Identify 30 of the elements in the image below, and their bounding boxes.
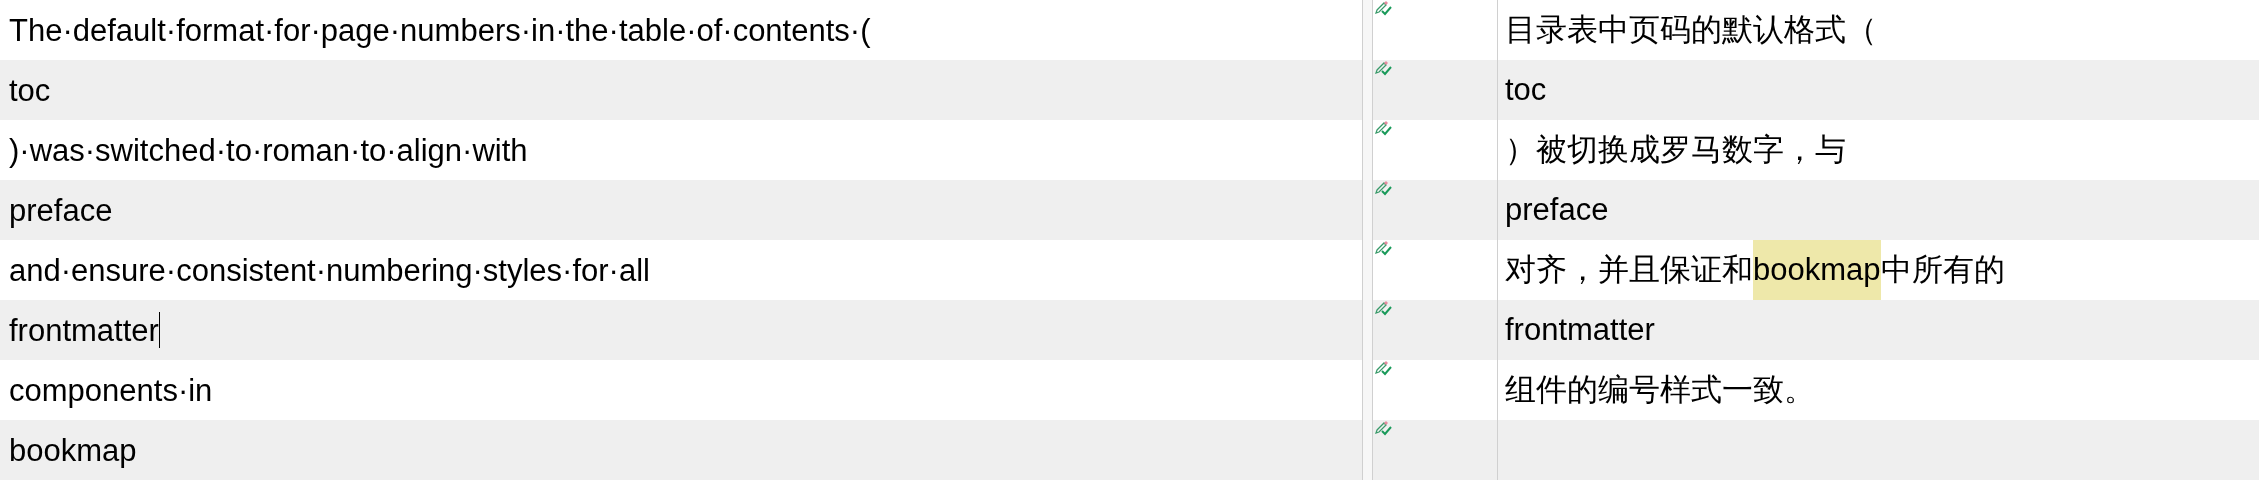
segment-row[interactable]: toc toc (0, 60, 2259, 120)
target-text: preface (1505, 191, 1609, 229)
pencil-check-icon (1375, 300, 1393, 316)
gutter-cell (1362, 420, 1373, 480)
source-text: )·was·switched·to·roman·to·align·with (9, 134, 528, 166)
pencil-check-icon (1375, 420, 1393, 436)
pencil-check-icon (1375, 180, 1393, 196)
target-text: ）被切换成罗马数字，与 (1505, 131, 1846, 169)
target-text: 目录表中页码的默认格式（ (1505, 11, 1877, 49)
pencil-check-icon (1375, 240, 1393, 256)
source-text: and·ensure·consistent·numbering·styles·for·all (9, 254, 650, 286)
target-text: 对齐，并且保证和bookmap中所有的 (1505, 240, 2005, 300)
source-text: bookmap (9, 434, 137, 466)
pencil-check-icon (1375, 0, 1393, 16)
source-text: The·default·format·for·page·numbers·in·the·table·of·contents·( (9, 14, 871, 46)
pencil-check-icon (1375, 360, 1393, 376)
segment-row[interactable]: preface preface (0, 180, 2259, 240)
pencil-check-icon (1375, 120, 1393, 136)
pencil-check-icon (1375, 60, 1393, 76)
source-text: frontmatter (9, 314, 159, 346)
segment-row[interactable]: bookmap (0, 420, 2259, 480)
source-text: preface (9, 194, 113, 226)
target-text: toc (1505, 71, 1547, 109)
segment-row[interactable]: frontmatter frontmatter (0, 300, 2259, 360)
target-text: frontmatter (1505, 311, 1655, 349)
target-text: 组件的编号样式一致。 (1505, 371, 1815, 409)
gutter-cell (1362, 0, 1373, 60)
source-text: components·in (9, 374, 213, 406)
text-caret (158, 312, 160, 348)
source-text: toc (9, 74, 51, 106)
